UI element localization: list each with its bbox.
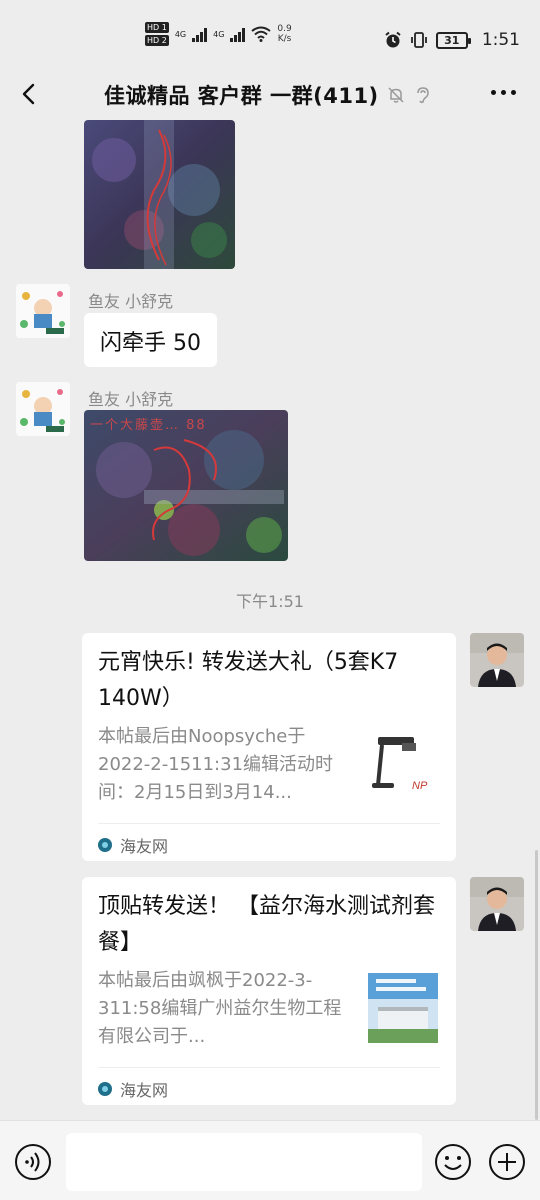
my-avatar[interactable] [470,633,524,687]
sender-name: 鱼友 小舒克 [88,292,174,311]
image-message-coral-2[interactable]: 一个大藤壶… 88 [84,410,288,561]
card-divider [98,823,440,824]
card-source: 海友网 [98,1077,168,1101]
status-right-indicators: 31 1:51 [384,30,520,50]
svg-text:NP: NP [412,780,428,792]
card-source-name: 海友网 [120,1081,169,1100]
message-input-bar [0,1120,540,1200]
battery-indicator: 31 [435,31,471,49]
network-type-1: 4G [174,29,187,39]
bell-off-icon [388,87,404,103]
avatar[interactable] [16,382,70,436]
time-separator: 下午1:51 [236,592,304,611]
card-divider [98,1067,440,1068]
link-card[interactable]: 元宵快乐! 转发送大礼（5套K7 140W） 本帖最后由Noopsyche于20… [82,633,456,861]
network-speed: 0.9 K/s [277,24,291,44]
hd2-badge: HD 2 [145,35,169,46]
clock: 1:51 [481,30,520,50]
link-card[interactable]: 顶贴转发送！ 【益尔海水测试剂套餐】 本帖最后由飒枫于2022-3-311:58… [82,877,456,1105]
text-message[interactable]: 闪牵手 50 [84,313,217,367]
scrollbar[interactable] [535,850,538,1120]
cartoon-avatar-icon [16,382,70,436]
card-title: 元宵快乐! 转发送大礼（5套K7 140W） [98,650,399,711]
network-speed-value: 0.9 [277,24,292,34]
chat-title: 佳诚精品 客户群 一群(411) [104,84,379,108]
chat-title-group: 佳诚精品 客户群 一群(411) [104,80,431,110]
more-icon[interactable] [491,90,516,95]
hd-indicators: HD 1 HD 2 [145,22,169,46]
card-description: 本帖最后由Noopsyche于2022-2-1511:31编辑活动时间：2月15… [98,726,334,803]
message-input[interactable] [66,1133,422,1191]
chevron-left-icon[interactable] [16,80,44,108]
image-message-coral-1[interactable] [84,120,235,269]
emoji-icon[interactable] [434,1143,472,1181]
status-left-indicators: HD 1 HD 2 4G 4G 0.9 K/s [145,22,292,46]
card-source: 海友网 [98,833,168,857]
voice-icon[interactable] [14,1143,52,1181]
card-thumbnail [368,973,438,1043]
network-type-2: 4G [213,29,225,39]
status-bar: HD 1 HD 2 4G 4G 0.9 K/s 31 1:51 [0,0,540,72]
plus-icon[interactable] [488,1143,526,1181]
chat-header: 佳诚精品 客户群 一群(411) [0,72,540,120]
card-thumbnail: NP [368,729,438,799]
chat-messages[interactable]: 鱼友 小舒克 闪牵手 50 鱼友 小舒克 一个大藤壶… 88 下午1:51 元宵… [0,120,540,1120]
avatar[interactable] [16,284,70,338]
source-logo-icon [98,1082,112,1096]
wifi-icon [251,26,272,42]
source-logo-icon [98,838,112,852]
signal-icon-1 [192,26,208,42]
ear-icon [416,87,429,104]
alarm-icon [385,31,401,48]
image-overlay-caption: 一个大藤壶… 88 [90,418,207,433]
card-source-name: 海友网 [120,837,169,856]
signal-icon-2 [230,26,246,42]
my-avatar[interactable] [470,877,524,931]
vibrate-icon [410,32,427,48]
card-title: 顶贴转发送！ 【益尔海水测试剂套餐】 [98,894,435,955]
sender-name: 鱼友 小舒克 [88,390,174,409]
hd1-badge: HD 1 [145,22,169,33]
profile-photo-icon [470,877,524,931]
network-speed-unit: K/s [277,34,292,44]
coral-photo-1 [84,120,235,269]
cartoon-avatar-icon [16,284,70,338]
card-description: 本帖最后由飒枫于2022-3-311:58编辑广州益尔生物工程有限公司于... [98,970,342,1047]
profile-photo-icon [470,633,524,687]
